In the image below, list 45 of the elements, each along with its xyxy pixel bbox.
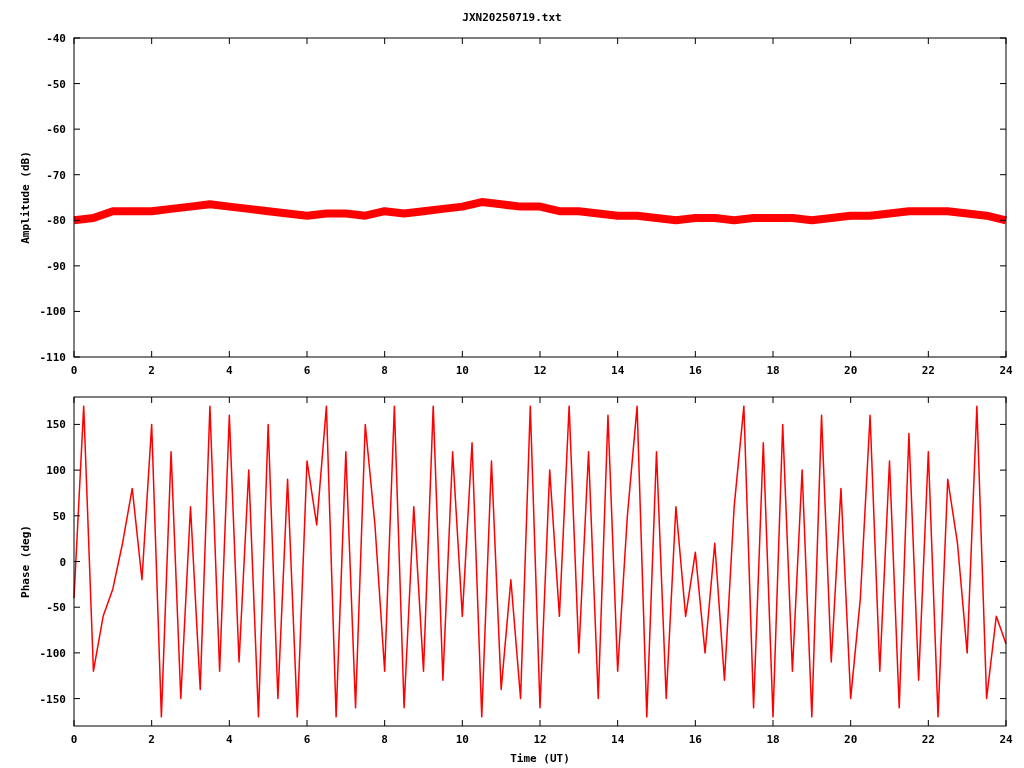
tick-label: 14	[611, 364, 625, 377]
tick-label: 4	[226, 364, 233, 377]
tick-label: 22	[921, 364, 935, 377]
tick-label: 12	[533, 364, 547, 377]
tick-label: 10	[455, 733, 469, 746]
tick-label: 22	[921, 733, 935, 746]
tick-label: 0	[70, 733, 78, 746]
tick-label: 24	[999, 733, 1013, 746]
tick-label: 0	[59, 555, 66, 569]
tick-label: 6	[303, 364, 311, 377]
tick-label: 8	[381, 733, 388, 746]
axis-label: Phase (deg)	[19, 525, 32, 598]
tick-label: -150	[39, 692, 66, 706]
tick-label: 2	[148, 364, 155, 377]
tick-label: -40	[46, 32, 66, 45]
tick-label: -50	[46, 601, 66, 615]
tick-label: 18	[766, 364, 780, 377]
tick-label: -50	[46, 77, 66, 91]
tick-label: -100	[39, 305, 66, 319]
tick-label: 6	[303, 733, 311, 746]
tick-label: 100	[46, 464, 66, 478]
tick-label: 24	[999, 364, 1013, 377]
tick-label: -100	[39, 646, 66, 660]
axis-label: Amplitude (dB)	[19, 151, 32, 244]
tick-label: 16	[688, 733, 702, 746]
chart-title: JXN20250719.txt	[462, 11, 562, 24]
tick-label: 12	[533, 733, 547, 746]
tick-label: -90	[46, 259, 66, 273]
tick-label: -70	[46, 168, 66, 182]
tick-label: -80	[46, 214, 66, 228]
tick-label: 4	[226, 733, 233, 746]
tick-label: 0	[70, 364, 78, 377]
tick-label: -110	[39, 351, 66, 364]
tick-label: -60	[46, 123, 66, 137]
tick-label: 20	[844, 364, 858, 377]
tick-label: 150	[46, 418, 66, 432]
tick-label: 18	[766, 733, 780, 746]
tick-label: 50	[52, 509, 66, 523]
axis-label: Time (UT)	[510, 752, 570, 765]
tick-label: 2	[148, 733, 155, 746]
tick-label: 8	[381, 364, 388, 377]
tick-label: 20	[844, 733, 858, 746]
tick-label: 16	[688, 364, 702, 377]
tick-label: 10	[455, 364, 469, 377]
tick-label: 14	[611, 733, 625, 746]
